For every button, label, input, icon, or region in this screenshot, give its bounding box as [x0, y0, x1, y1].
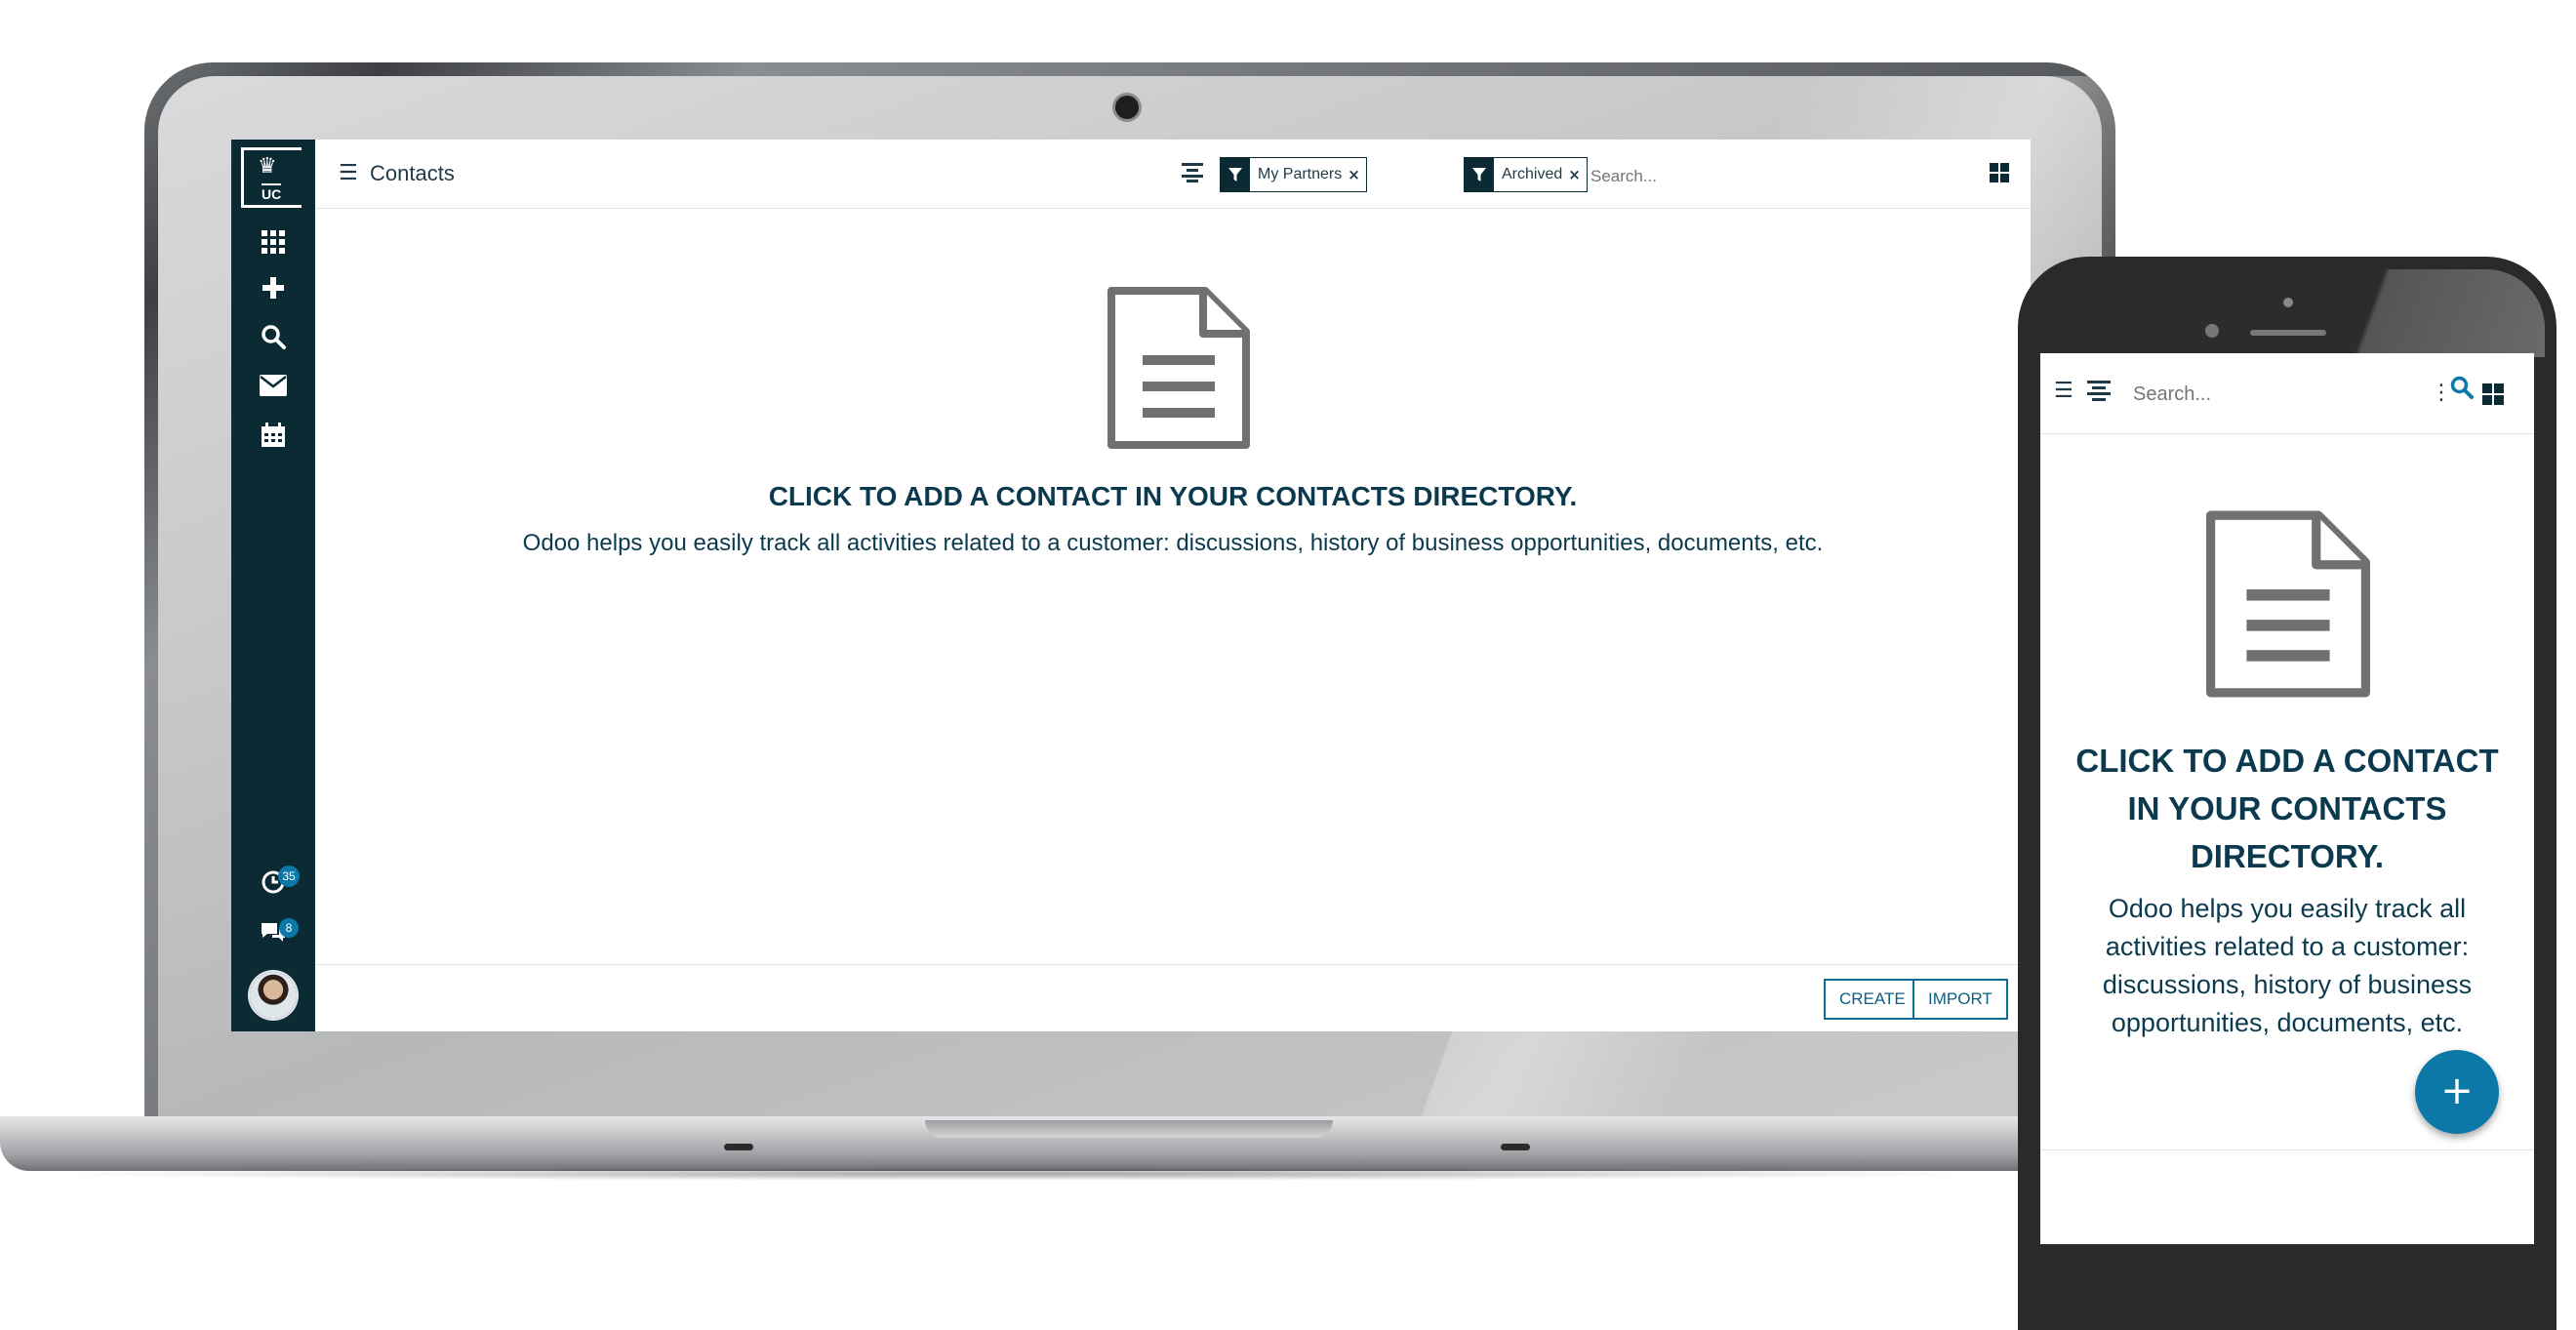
search-facet-my-partners[interactable]: My Partners × [1220, 157, 1367, 192]
divider [2040, 1149, 2534, 1150]
laptop-notch [925, 1120, 1333, 1138]
activity-clock-icon[interactable] [231, 868, 315, 900]
messages-count-badge: 8 [279, 918, 299, 938]
sidebar: ♛ UC 35 8 [231, 140, 315, 1031]
laptop-camera [1115, 96, 1139, 119]
laptop-foot [1501, 1144, 1530, 1150]
apps-grid-icon[interactable] [231, 229, 315, 259]
calendar-icon[interactable] [231, 423, 315, 452]
chat-bubbles-icon[interactable] [231, 921, 315, 948]
kanban-view-icon[interactable] [1990, 163, 2009, 182]
document-icon [2206, 510, 2370, 698]
user-avatar[interactable] [250, 972, 297, 1019]
desktop-screen: ♛ UC 35 8 ☰ Contacts My Partners × Archi… [231, 140, 2031, 1031]
plus-icon[interactable] [231, 276, 315, 303]
activity-count-badge: 35 [278, 866, 300, 887]
mobile-search-input[interactable] [2131, 378, 2379, 411]
control-panel: ☰ Contacts My Partners × Archived × [315, 140, 2031, 209]
button-bar: CREATE IMPORT [315, 964, 2031, 1031]
document-icon [1107, 287, 1250, 449]
hamburger-menu-icon[interactable]: ☰ [339, 163, 358, 184]
remove-facet-icon[interactable]: × [1568, 166, 1587, 183]
mobile-control-panel: ☰ ⋮ [2040, 353, 2534, 434]
laptop-shadow [39, 1167, 1991, 1181]
company-logo[interactable]: ♛ UC [241, 147, 302, 208]
filter-icon [1465, 158, 1494, 191]
empty-state-text: Odoo helps you easily track all activiti… [522, 530, 1824, 556]
create-button[interactable]: CREATE [1824, 979, 1921, 1020]
filter-icon [1221, 158, 1250, 191]
breadcrumb[interactable]: Contacts [370, 161, 455, 186]
kanban-view-icon[interactable] [2482, 383, 2504, 405]
search-facet-archived[interactable]: Archived × [1464, 157, 1588, 192]
phone-top-bezel [2030, 269, 2545, 357]
create-fab-button[interactable]: + [2415, 1050, 2499, 1134]
phone-speaker [2250, 330, 2326, 336]
search-icon[interactable] [2450, 376, 2474, 405]
filter-options-icon[interactable] [1182, 163, 1203, 187]
mobile-empty-state-title[interactable]: CLICK TO ADD A CONTACT IN YOUR CONTACTS … [2060, 737, 2515, 880]
facet-label: Archived [1502, 166, 1563, 182]
facet-label: My Partners [1258, 166, 1343, 182]
phone-sensor [2283, 298, 2293, 307]
search-icon[interactable] [231, 324, 315, 353]
remove-facet-icon[interactable]: × [1348, 166, 1366, 183]
laptop-foot [724, 1144, 753, 1150]
empty-state-title[interactable]: CLICK TO ADD A CONTACT IN YOUR CONTACTS … [315, 481, 2031, 512]
mobile-empty-state-text: Odoo helps you easily track all activiti… [2102, 894, 2473, 1037]
more-options-icon[interactable]: ⋮ [2431, 381, 2452, 405]
filter-options-icon[interactable] [2087, 381, 2111, 408]
envelope-icon[interactable] [231, 375, 315, 400]
hamburger-menu-icon[interactable]: ☰ [2054, 381, 2073, 402]
crown-icon: ♛ [258, 154, 277, 179]
search-input[interactable] [1589, 159, 2022, 194]
phone-camera [2205, 324, 2219, 338]
mobile-screen: ☰ ⋮ CLICK TO ADD A CONTACT IN YOUR CONTA… [2040, 353, 2534, 1244]
logo-text: UC [262, 183, 282, 202]
import-button[interactable]: IMPORT [1912, 979, 2008, 1020]
